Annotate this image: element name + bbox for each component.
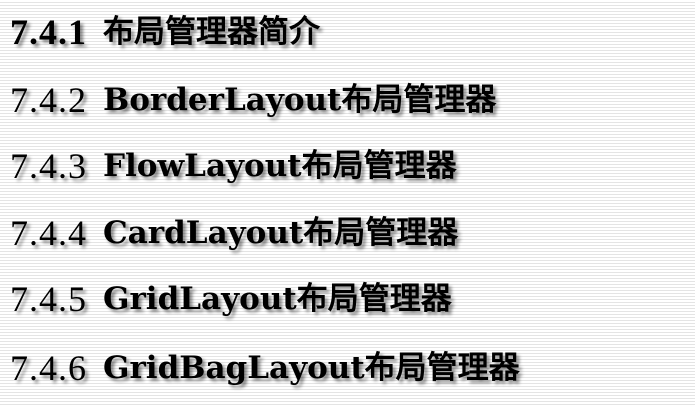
section-item-7-4-5[interactable]: 7.4.5 GridLayout布局管理器 <box>10 269 452 329</box>
section-title: 布局管理器简介 <box>103 13 320 50</box>
section-item-7-4-3[interactable]: 7.4.3 FlowLayout布局管理器 <box>10 136 457 196</box>
section-item-7-4-4[interactable]: 7.4.4 CardLayout布局管理器 <box>10 203 458 263</box>
section-title: GridLayout布局管理器 <box>103 280 452 317</box>
section-title: GridBagLayout布局管理器 <box>103 349 520 386</box>
section-item-7-4-2[interactable]: 7.4.2 BorderLayout布局管理器 <box>10 70 496 130</box>
section-number: 7.4.5 <box>10 279 87 319</box>
section-number: 7.4.4 <box>10 213 87 253</box>
section-list: 7.4.1 布局管理器简介 7.4.2 BorderLayout布局管理器 7.… <box>0 0 695 405</box>
section-title: FlowLayout布局管理器 <box>103 147 457 184</box>
section-item-7-4-1[interactable]: 7.4.1 布局管理器简介 <box>10 2 320 62</box>
section-number: 7.4.6 <box>10 348 87 388</box>
section-number: 7.4.3 <box>10 146 87 186</box>
section-title: BorderLayout布局管理器 <box>103 81 497 118</box>
section-number: 7.4.2 <box>10 80 87 120</box>
section-item-7-4-6[interactable]: 7.4.6 GridBagLayout布局管理器 <box>10 338 520 398</box>
section-title: CardLayout布局管理器 <box>103 214 459 251</box>
section-number: 7.4.1 <box>10 12 87 52</box>
